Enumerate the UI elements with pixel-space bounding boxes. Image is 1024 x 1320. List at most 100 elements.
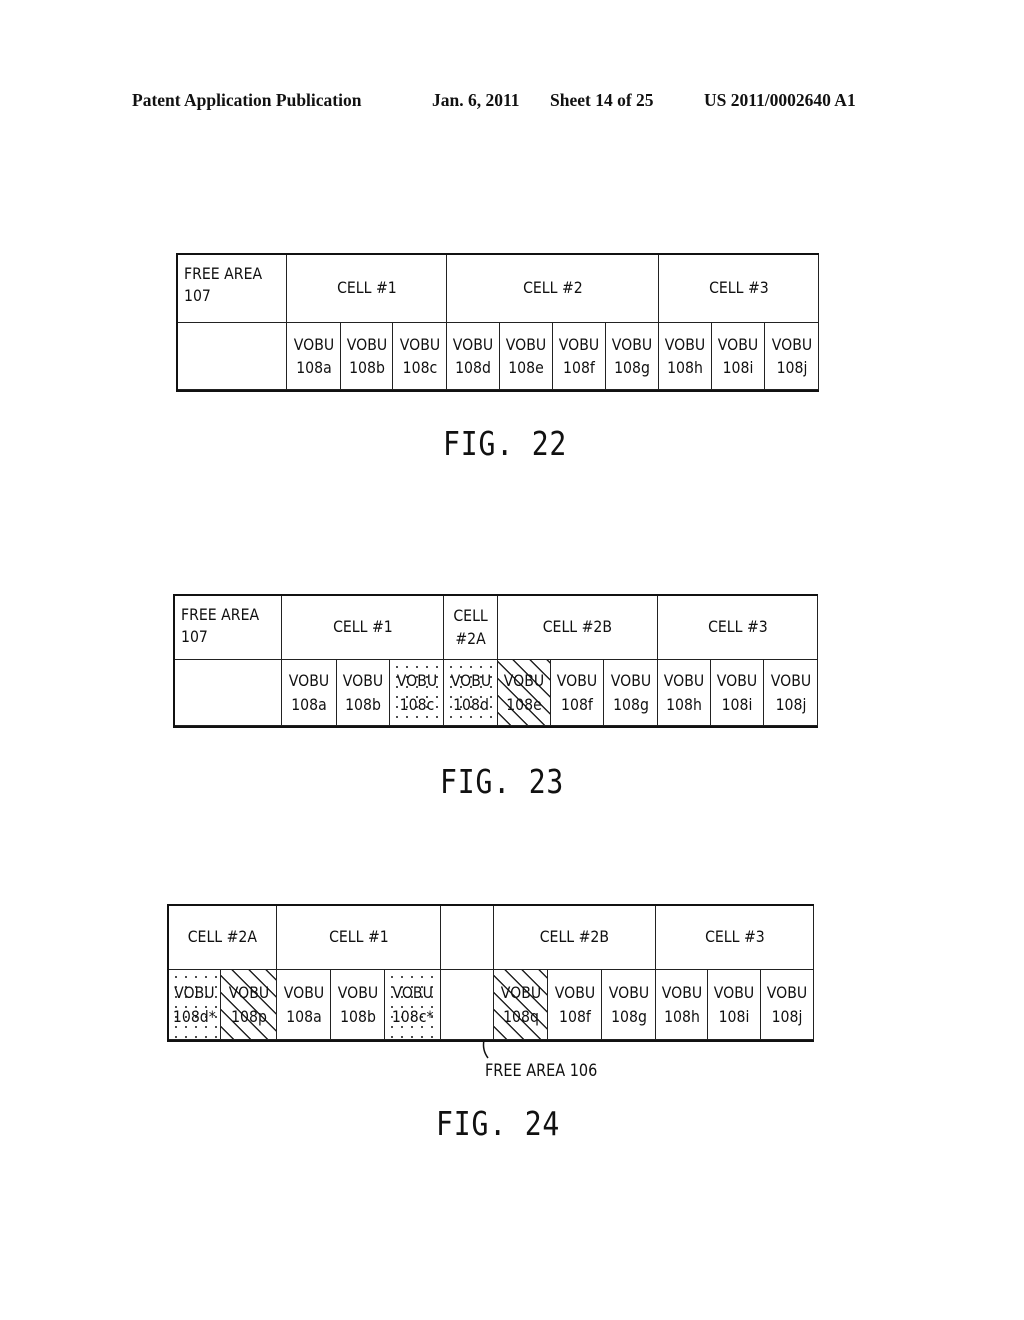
- vobu-108h-label: VOBU 108h: [663, 671, 705, 714]
- cell-header-free-area-107-label: FREE AREA 107: [181, 605, 260, 647]
- vobu-108c-star-label: VOBU 108c*: [391, 983, 434, 1026]
- vobu-108i: VOBU 108i: [708, 970, 761, 1040]
- vobu-108f: VOBU 108f: [553, 323, 606, 390]
- cell-header-cell-1-label: CELL #1: [332, 617, 393, 637]
- vobu-108q: VOBU 108q: [494, 970, 548, 1040]
- vobu-108j-label: VOBU 108j: [771, 334, 812, 377]
- vobu-108b: VOBU 108b: [337, 660, 390, 726]
- cell-header-cell-3: CELL #3: [656, 906, 814, 970]
- cell-header-cell-3-label: CELL #3: [707, 617, 768, 637]
- publication-label: Patent Application Publication: [132, 90, 362, 110]
- cell-header-cell-1: CELL #1: [277, 906, 441, 970]
- cell-header-cell-2a-label: CELL #2A: [187, 927, 258, 947]
- cell-header-cell-2: CELL #2: [447, 255, 659, 323]
- patent-number: US 2011/0002640 A1: [704, 90, 856, 110]
- vobu-108b-label: VOBU 108b: [342, 671, 384, 714]
- cell-header-cell-1-label: CELL #1: [328, 927, 389, 947]
- vobu-108d-star: VOBU 108d*: [169, 970, 221, 1040]
- vobu-108e: VOBU 108e: [498, 660, 551, 726]
- fig22-diagram: FREE AREA 107 CELL #1 CELL #2 CELL #3 VOBU 1…: [176, 253, 819, 392]
- fig23-caption: FIG. 23: [440, 762, 565, 801]
- cell-header-free-area-107: FREE AREA 107: [178, 255, 287, 323]
- vobu-108d-star-label: VOBU 108d*: [173, 983, 216, 1026]
- vobu-108i-label: VOBU 108i: [716, 671, 758, 714]
- vobu-108c-label: VOBU 108c: [399, 334, 440, 377]
- cell-header-cell-2b-label: CELL #2B: [539, 927, 610, 947]
- vobu-108f-label: VOBU 108f: [558, 334, 600, 377]
- empty-slot: [178, 323, 287, 390]
- vobu-108a: VOBU 108a: [277, 970, 331, 1040]
- cell-header-cell-1: CELL #1: [287, 255, 447, 323]
- vobu-108d-label: VOBU 108d: [452, 334, 494, 377]
- cell-header-cell-3: CELL #3: [658, 596, 818, 660]
- vobu-108d: VOBU 108d: [444, 660, 498, 726]
- vobu-108d: VOBU 108d: [447, 323, 500, 390]
- cell-header-cell-1: CELL #1: [282, 596, 444, 660]
- fig23-diagram: FREE AREA 107 CELL #1 CELL #2A CELL #2B CELL…: [173, 594, 818, 728]
- vobu-108g: VOBU 108g: [604, 660, 658, 726]
- vobu-108i-label: VOBU 108i: [717, 334, 759, 377]
- vobu-108j: VOBU 108j: [761, 970, 814, 1040]
- vobu-108h: VOBU 108h: [658, 660, 711, 726]
- vobu-108f: VOBU 108f: [551, 660, 604, 726]
- vobu-108g: VOBU 108g: [602, 970, 656, 1040]
- vobu-108j-label: VOBU 108j: [770, 671, 811, 714]
- vobu-108a: VOBU 108a: [287, 323, 341, 390]
- sheet-number: Sheet 14 of 25: [550, 90, 654, 110]
- vobu-108h: VOBU 108h: [656, 970, 708, 1040]
- vobu-108g-label: VOBU 108g: [611, 334, 653, 377]
- vobu-108b: VOBU 108b: [331, 970, 385, 1040]
- cell-header-cell-1-label: CELL #1: [336, 278, 397, 298]
- empty-slot: [175, 660, 282, 726]
- free-area-106-label: FREE AREA 106: [485, 1061, 598, 1081]
- vobu-108j-label: VOBU 108j: [766, 983, 808, 1026]
- fig24-diagram: CELL #2A CELL #1 CELL #2B CELL #3 VOBU 108d*…: [167, 904, 814, 1042]
- vobu-108p-label: VOBU 108p: [228, 983, 269, 1026]
- cell-header-cell-3-label: CELL #3: [708, 278, 769, 298]
- vobu-108i-label: VOBU 108i: [713, 983, 755, 1026]
- vobu-108b: VOBU 108b: [341, 323, 393, 390]
- vobu-108a-label: VOBU 108a: [293, 334, 334, 377]
- vobu-108i: VOBU 108i: [712, 323, 765, 390]
- vobu-108e-label: VOBU 108e: [503, 671, 545, 714]
- fig22-caption: FIG. 22: [443, 424, 568, 463]
- vobu-108a: VOBU 108a: [282, 660, 337, 726]
- vobu-108h-label: VOBU 108h: [664, 334, 706, 377]
- vobu-108q-label: VOBU 108q: [500, 983, 541, 1026]
- vobu-108j: VOBU 108j: [765, 323, 819, 390]
- cell-header-free-area-107-label: FREE AREA 107: [184, 264, 263, 306]
- cell-header-cell-2b: CELL #2B: [498, 596, 658, 660]
- vobu-108c: VOBU 108c: [393, 323, 447, 390]
- vobu-108j: VOBU 108j: [764, 660, 818, 726]
- cell-header-cell-2a: CELL #2A: [444, 596, 498, 660]
- vobu-108g-label: VOBU 108g: [610, 671, 651, 714]
- vobu-108a-label: VOBU 108a: [288, 671, 330, 714]
- fig24-caption: FIG. 24: [436, 1104, 561, 1143]
- vobu-108b-label: VOBU 108b: [346, 334, 387, 377]
- cell-header-cell-2b: CELL #2B: [494, 906, 656, 970]
- vobu-108d-label: VOBU 108d: [450, 671, 491, 714]
- vobu-108p: VOBU 108p: [221, 970, 277, 1040]
- cell-header-cell-2-label: CELL #2: [522, 278, 583, 298]
- vobu-108c-star: VOBU 108c*: [385, 970, 441, 1040]
- publication-date: Jan. 6, 2011: [432, 90, 520, 110]
- vobu-108h-label: VOBU 108h: [661, 983, 702, 1026]
- vobu-108e: VOBU 108e: [500, 323, 553, 390]
- vobu-108f-label: VOBU 108f: [556, 671, 598, 714]
- vobu-108e-label: VOBU 108e: [505, 334, 547, 377]
- vobu-108f: VOBU 108f: [548, 970, 602, 1040]
- vobu-108h: VOBU 108h: [659, 323, 712, 390]
- vobu-108b-label: VOBU 108b: [337, 983, 378, 1026]
- vobu-108g: VOBU 108g: [606, 323, 659, 390]
- empty-slot: [441, 970, 494, 1040]
- vobu-108c-label: VOBU 108c: [396, 671, 437, 714]
- cell-header-free-area-107: FREE AREA 107: [175, 596, 282, 660]
- cell-header-cell-2a: CELL #2A: [169, 906, 277, 970]
- vobu-108f-label: VOBU 108f: [554, 983, 595, 1026]
- cell-header-cell-3: CELL #3: [659, 255, 819, 323]
- cell-header-cell-2a-label: CELL #2A: [453, 606, 488, 648]
- vobu-108a-label: VOBU 108a: [283, 983, 324, 1026]
- vobu-108c: VOBU 108c: [390, 660, 444, 726]
- empty-header: [441, 906, 494, 970]
- cell-header-cell-3-label: CELL #3: [704, 927, 765, 947]
